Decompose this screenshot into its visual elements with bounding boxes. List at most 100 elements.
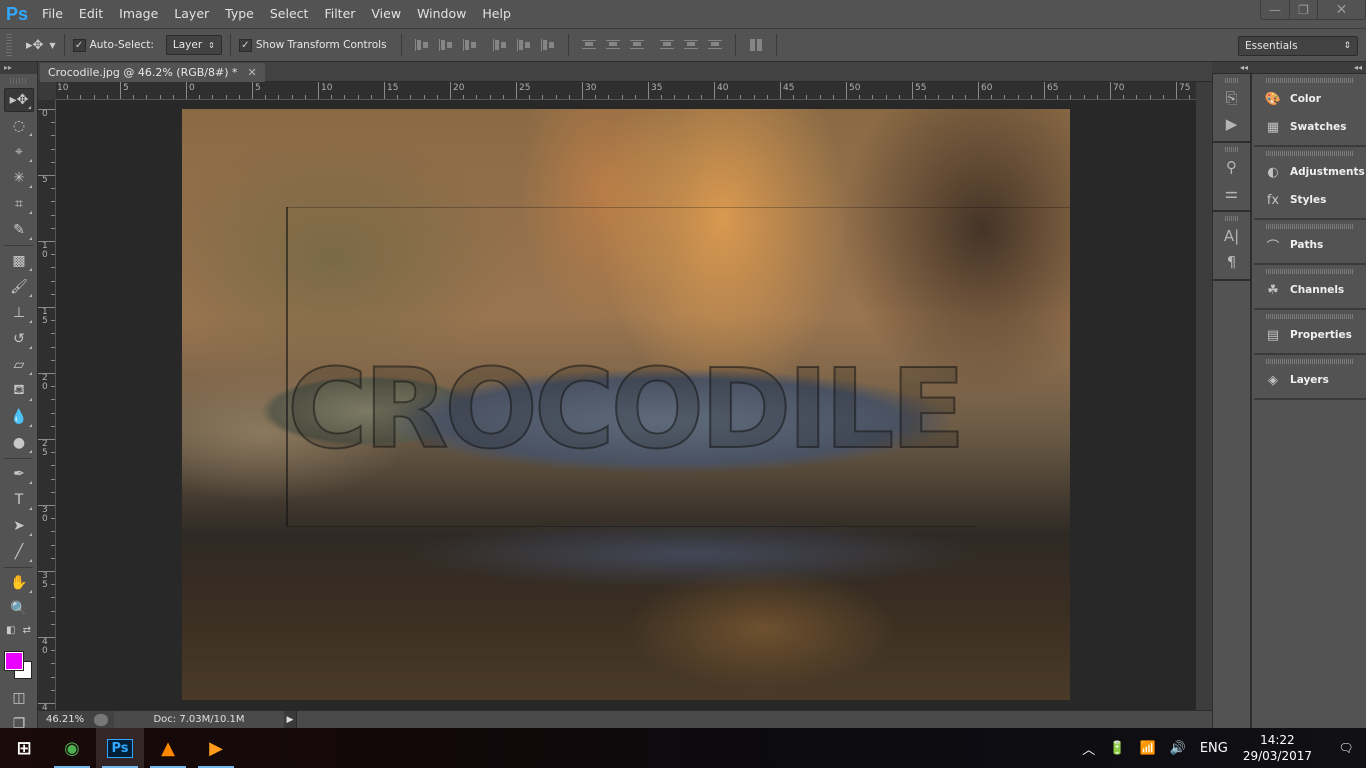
collapse-icon-column-icon[interactable]: ◂◂ <box>1240 62 1248 74</box>
panel-paths[interactable]: ⌒ Paths <box>1254 231 1366 259</box>
align-top-edges-button[interactable] <box>414 38 430 52</box>
auto-select-checkbox[interactable]: ✓ <box>72 38 86 52</box>
actions-icon[interactable]: ▶ <box>1213 111 1250 137</box>
eyedropper-tool[interactable]: ✎ <box>4 218 34 242</box>
vertical-ruler[interactable]: 051015202530354045 <box>38 100 56 710</box>
status-menu-arrow-icon[interactable]: ▶ <box>284 711 296 728</box>
paint-bucket-tool[interactable]: ⛾ <box>4 379 34 403</box>
menu-help[interactable]: Help <box>474 0 519 28</box>
panel-grip[interactable] <box>1266 269 1354 274</box>
menu-layer[interactable]: Layer <box>166 0 217 28</box>
panel-grip[interactable] <box>1266 151 1354 156</box>
move-tool[interactable]: ▸✥ <box>4 88 34 112</box>
path-selection-tool[interactable]: ➤ <box>4 514 34 538</box>
default-colors-icon[interactable]: ◧ <box>6 625 15 636</box>
panel-layers[interactable]: ◈ Layers <box>1254 366 1366 394</box>
wifi-icon[interactable]: 📶 <box>1139 741 1155 756</box>
crocodile-image[interactable]: CROCODILE <box>182 109 1070 700</box>
start-button[interactable]: ⊞ <box>0 728 48 768</box>
photoshop-app[interactable]: Ps <box>96 728 144 768</box>
panel-properties[interactable]: ▤ Properties <box>1254 321 1366 349</box>
paragraph-icon[interactable]: ¶ <box>1213 249 1250 275</box>
panel-color[interactable]: 🎨 Color <box>1254 85 1366 113</box>
clone-stamp-tool[interactable]: ⊥ <box>4 301 34 325</box>
panel-grip[interactable] <box>1225 147 1238 152</box>
hand-tool[interactable]: ✋ <box>4 571 34 595</box>
panel-grip[interactable] <box>1266 224 1354 229</box>
swap-colors-icon[interactable]: ⇄ <box>23 625 31 636</box>
distribute-top-edges-button[interactable] <box>581 38 597 52</box>
battery-icon[interactable]: 🔋 <box>1109 741 1125 756</box>
zoom-level[interactable]: 46.21% <box>38 714 88 725</box>
type-tool[interactable]: T <box>4 488 34 512</box>
panel-grip[interactable] <box>1266 78 1354 83</box>
vertical-scrollbar[interactable] <box>1196 82 1212 710</box>
healing-brush-tool[interactable]: ▩ <box>4 249 34 273</box>
pen-tool[interactable]: ✒ <box>4 462 34 486</box>
text-layer[interactable]: CROCODILE <box>286 309 1047 509</box>
minimize-button[interactable]: — <box>1261 0 1289 19</box>
line-tool[interactable]: ╱ <box>4 540 34 564</box>
close-button[interactable]: ✕ <box>1317 0 1365 19</box>
crop-tool[interactable]: ⌗ <box>4 192 34 216</box>
auto-align-layers-button[interactable] <box>748 38 764 52</box>
menu-window[interactable]: Window <box>409 0 474 28</box>
auto-select-target-select[interactable]: Layer ⇕ <box>165 35 222 55</box>
close-tab-icon[interactable]: ✕ <box>248 66 257 79</box>
tool-preset-picker[interactable]: ▸✥ ▼ <box>26 38 56 53</box>
distribute-bottom-edges-button[interactable] <box>629 38 645 52</box>
media-player-app[interactable]: ▶ <box>192 728 240 768</box>
distribute-horizontal-centers-button[interactable] <box>683 38 699 52</box>
eraser-tool[interactable]: ▱ <box>4 353 34 377</box>
ruler-origin[interactable] <box>38 82 56 100</box>
brush-presets-icon[interactable]: ⚲ <box>1213 154 1250 180</box>
align-vertical-centers-button[interactable] <box>438 38 454 52</box>
elliptical-marquee-tool[interactable]: ◌ <box>4 114 34 138</box>
brush-icon[interactable]: ⚌ <box>1213 180 1250 206</box>
options-bar-grip[interactable] <box>6 34 12 56</box>
align-horizontal-centers-button[interactable] <box>516 38 532 52</box>
vlc-app[interactable]: ▲ <box>144 728 192 768</box>
character-icon[interactable]: A| <box>1213 223 1250 249</box>
canvas-area[interactable]: CROCODILE <box>56 100 1196 710</box>
panel-styles[interactable]: fx Styles <box>1254 186 1366 214</box>
menu-file[interactable]: File <box>34 0 71 28</box>
menu-type[interactable]: Type <box>217 0 262 28</box>
brush-tool[interactable]: 🖌 <box>4 275 34 299</box>
restore-button[interactable]: ❐ <box>1289 0 1317 19</box>
menu-filter[interactable]: Filter <box>316 0 363 28</box>
magic-wand-tool[interactable]: ✳ <box>4 166 34 190</box>
panel-grip[interactable] <box>1266 359 1354 364</box>
history-icon[interactable]: ⎘ <box>1213 85 1250 111</box>
dodge-tool[interactable]: ● <box>4 431 34 455</box>
panel-grip[interactable] <box>1225 78 1238 83</box>
distribute-left-edges-button[interactable] <box>659 38 675 52</box>
panel-swatches[interactable]: ▦ Swatches <box>1254 113 1366 141</box>
toolbox-grip[interactable] <box>10 78 27 84</box>
chrome-app[interactable]: ◉ <box>48 728 96 768</box>
menu-edit[interactable]: Edit <box>71 0 111 28</box>
align-bottom-edges-button[interactable] <box>462 38 478 52</box>
language-indicator[interactable]: ENG <box>1200 741 1228 756</box>
show-hidden-icons-icon[interactable]: ︿ <box>1082 739 1095 758</box>
foreground-color-swatch[interactable] <box>4 651 24 671</box>
collapse-toolbox-icon[interactable]: ▸▸ <box>0 62 37 74</box>
panel-adjustments[interactable]: ◐ Adjustments <box>1254 158 1366 186</box>
zoom-tool[interactable]: 🔍 <box>4 597 34 621</box>
collapse-panels-icon[interactable]: ◂◂ <box>1354 62 1362 74</box>
history-brush-tool[interactable]: ↺ <box>4 327 34 351</box>
workspace-switcher[interactable]: Essentials ⇕ <box>1238 36 1358 56</box>
polygonal-lasso-tool[interactable]: ⌖ <box>4 140 34 164</box>
panel-grip[interactable] <box>1266 314 1354 319</box>
blur-tool[interactable]: 💧 <box>4 405 34 429</box>
menu-view[interactable]: View <box>363 0 409 28</box>
distribute-right-edges-button[interactable] <box>707 38 723 52</box>
quick-mask-button[interactable]: ◫ <box>4 686 34 710</box>
menu-select[interactable]: Select <box>262 0 317 28</box>
horizontal-ruler[interactable]: 10 5 0 5 10 15 20 25 30 35 40 45 50 55 60 65 70 75 <box>56 82 1196 100</box>
align-right-edges-button[interactable] <box>540 38 556 52</box>
panel-grip[interactable] <box>1225 216 1238 221</box>
panel-channels[interactable]: ☘ Channels <box>1254 276 1366 304</box>
horizontal-scrollbar[interactable] <box>296 711 1212 728</box>
show-transform-controls-checkbox[interactable]: ✓ <box>238 38 252 52</box>
